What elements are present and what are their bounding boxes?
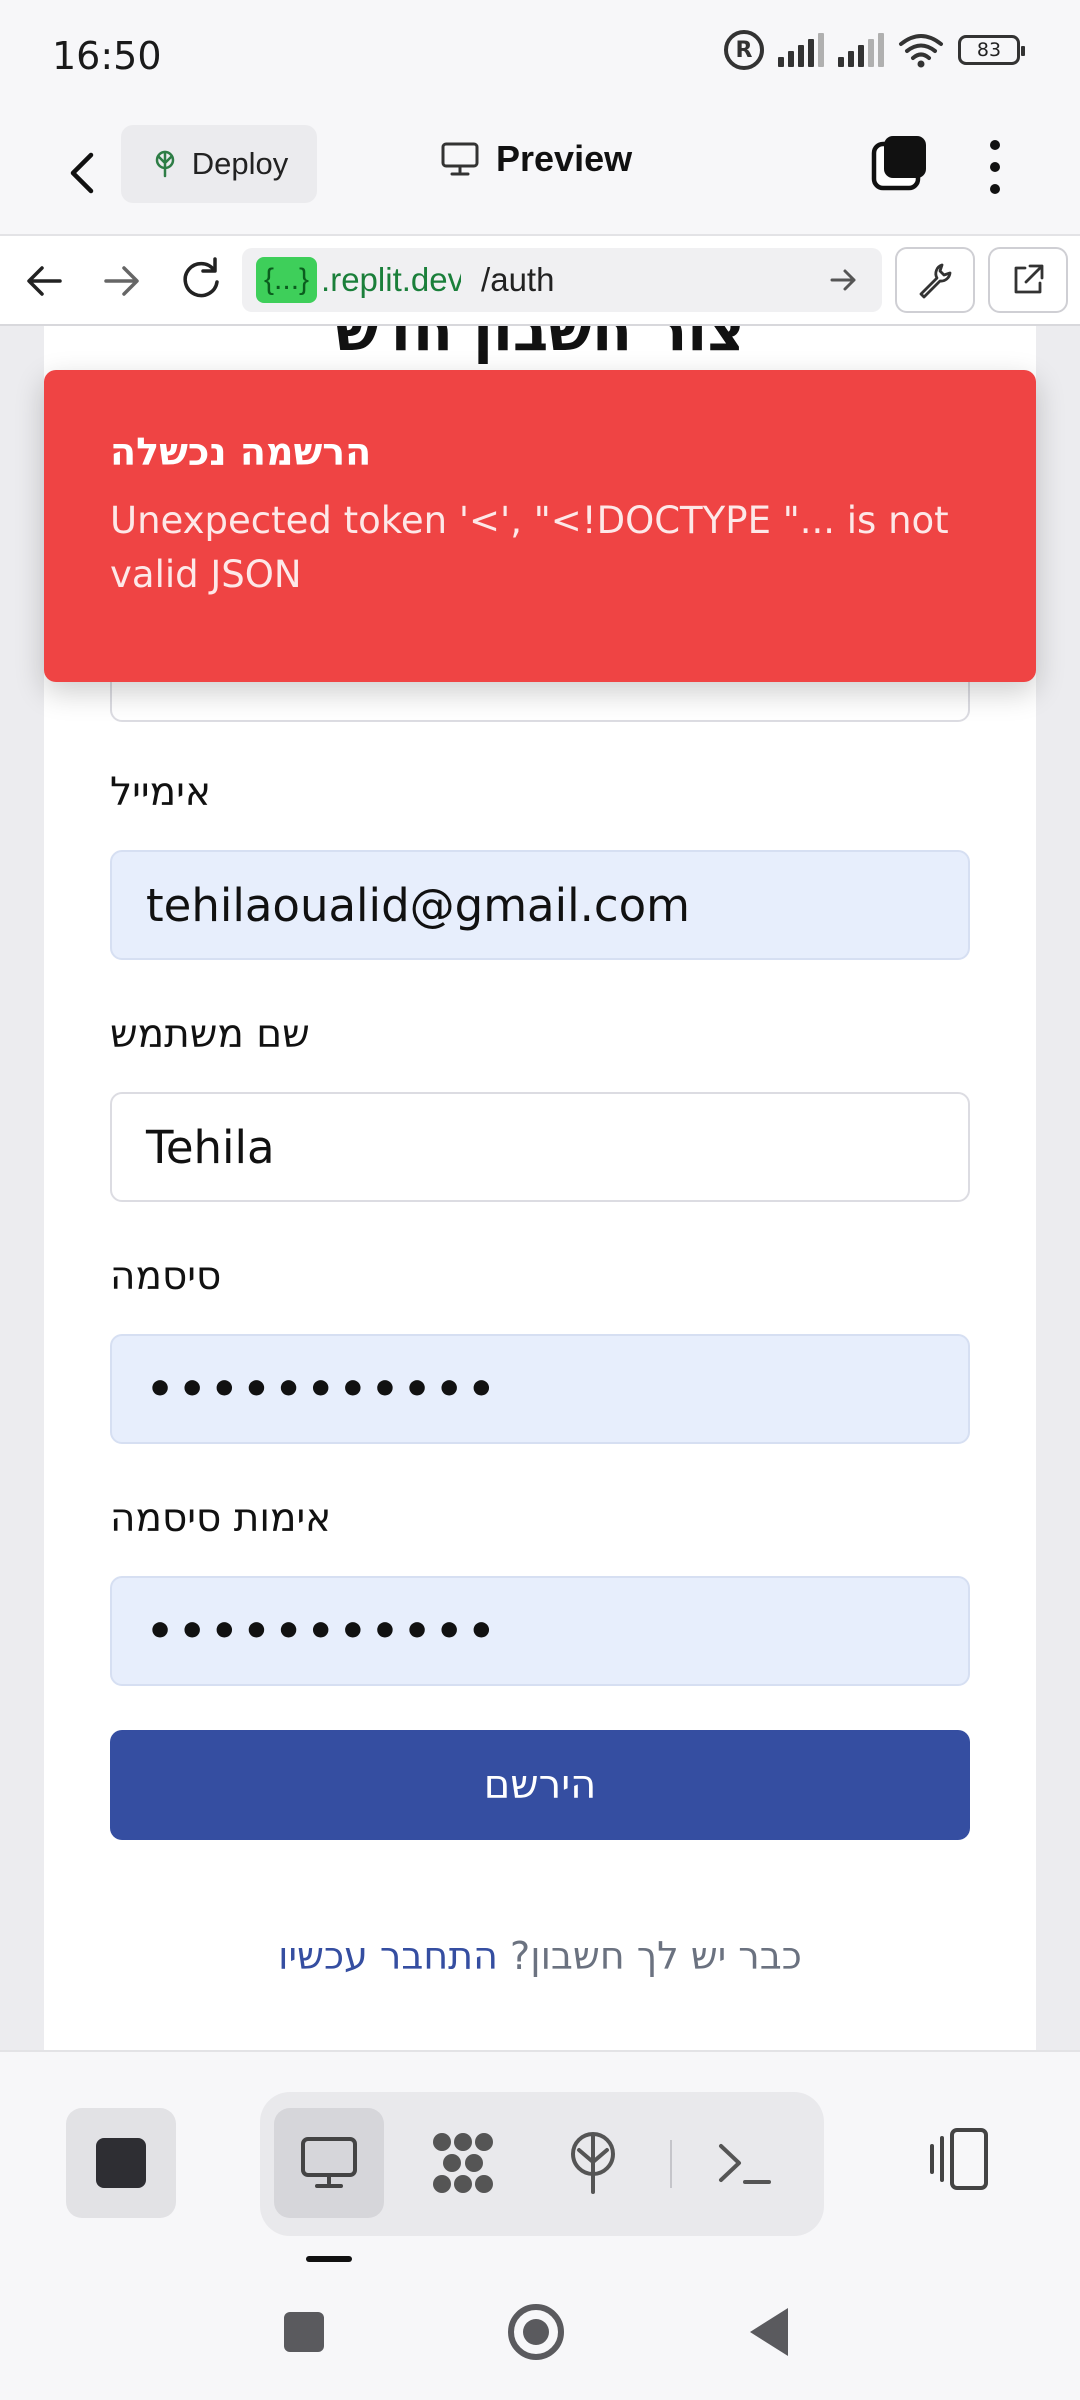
- system-nav-bar: [0, 2292, 1080, 2382]
- url-domain: .replit.dev: [321, 261, 462, 298]
- status-time: 16:50: [52, 34, 162, 78]
- external-link-icon: [1014, 264, 1044, 294]
- register-button[interactable]: הירשם: [110, 1730, 970, 1840]
- app-header: Deploy Preview: [0, 110, 1080, 236]
- status-bar: 16:50 R 83: [0, 0, 1080, 110]
- url-field[interactable]: {...} .replit.dev /auth: [242, 248, 882, 312]
- preview-title: Preview: [440, 138, 632, 180]
- reload-icon[interactable]: [174, 252, 226, 308]
- page-title: צור חשבון חדש: [334, 326, 746, 364]
- toast-title: הרשמה נכשלה: [110, 430, 372, 474]
- error-toast[interactable]: הרשמה נכשלה Unexpected token '<', "<!DOC…: [44, 370, 1036, 682]
- password-label: סיסמה: [110, 1254, 222, 1299]
- url-badge: {...}: [256, 257, 318, 303]
- login-prompt: כבר יש לך חשבון?: [510, 1934, 802, 1978]
- confirm-password-field[interactable]: •••••••••••: [110, 1576, 970, 1686]
- login-prompt-line: כבר יש לך חשבון? התחבר עכשיו: [44, 1934, 1036, 1978]
- url-row: {...} .replit.dev /auth: [0, 236, 1080, 326]
- chevron-left-icon: [70, 152, 94, 194]
- status-icons: R 83: [724, 30, 1025, 70]
- agent-tool-button[interactable]: [408, 2108, 518, 2218]
- tool-separator: [670, 2140, 672, 2188]
- login-link[interactable]: התחבר עכשיו: [278, 1934, 498, 1978]
- deploy-label: Deploy: [191, 146, 289, 181]
- deploy-icon: [155, 150, 174, 178]
- system-back-button[interactable]: [750, 2308, 788, 2356]
- shell-tool-button[interactable]: [690, 2108, 800, 2218]
- url-path: /auth: [481, 261, 555, 298]
- layout-toggle-icon[interactable]: [920, 2120, 1000, 2200]
- pattern-icon: [433, 2133, 493, 2193]
- home-button[interactable]: [508, 2304, 564, 2360]
- deploy-icon: [571, 2132, 615, 2194]
- deploy-tool-button[interactable]: [538, 2108, 648, 2218]
- wrench-icon: [919, 263, 952, 299]
- stop-button[interactable]: [66, 2108, 176, 2218]
- devtools-button[interactable]: [895, 247, 975, 313]
- go-arrow-icon[interactable]: [818, 255, 868, 305]
- email-field[interactable]: tehilaoualid@gmail.com: [110, 850, 970, 960]
- arrow-left-icon[interactable]: [20, 254, 70, 308]
- confirm-password-label: אימות סיסמה: [110, 1496, 332, 1541]
- terminal-icon: [719, 2144, 771, 2184]
- more-options-button[interactable]: [980, 134, 1010, 200]
- username-field[interactable]: Tehila: [110, 1092, 970, 1202]
- signal-icon: [778, 33, 824, 67]
- battery-indicator: 83: [958, 35, 1025, 65]
- home-icon: [523, 2319, 549, 2345]
- registered-icon: R: [724, 30, 764, 70]
- arrow-right-icon[interactable]: [96, 254, 146, 308]
- wifi-icon: [899, 34, 943, 68]
- preview-label: Preview: [496, 138, 633, 179]
- monitor-icon: [301, 2137, 357, 2188]
- email-label: אימייל: [110, 770, 211, 815]
- tool-switcher: [260, 2092, 824, 2236]
- username-label: שם משתמש: [110, 1012, 310, 1057]
- toast-message: Unexpected token '<', "<!DOCTYPE "... is…: [110, 499, 949, 596]
- home-indicator: [306, 2256, 352, 2262]
- recents-button[interactable]: [284, 2312, 324, 2352]
- password-field[interactable]: •••••••••••: [110, 1334, 970, 1444]
- stop-icon: [96, 2138, 146, 2188]
- signal-icon-2: [838, 33, 884, 67]
- preview-tool-button[interactable]: [274, 2108, 384, 2218]
- deploy-button[interactable]: Deploy: [121, 125, 317, 203]
- web-preview: צור חשבון חדש אימייל tehilaoualid@gmail.…: [0, 326, 1080, 2050]
- tabs-icon[interactable]: [870, 134, 930, 194]
- back-button[interactable]: [52, 140, 112, 206]
- monitor-icon: [441, 142, 479, 176]
- bottom-toolbar: [0, 2050, 1080, 2400]
- open-external-button[interactable]: [988, 247, 1068, 313]
